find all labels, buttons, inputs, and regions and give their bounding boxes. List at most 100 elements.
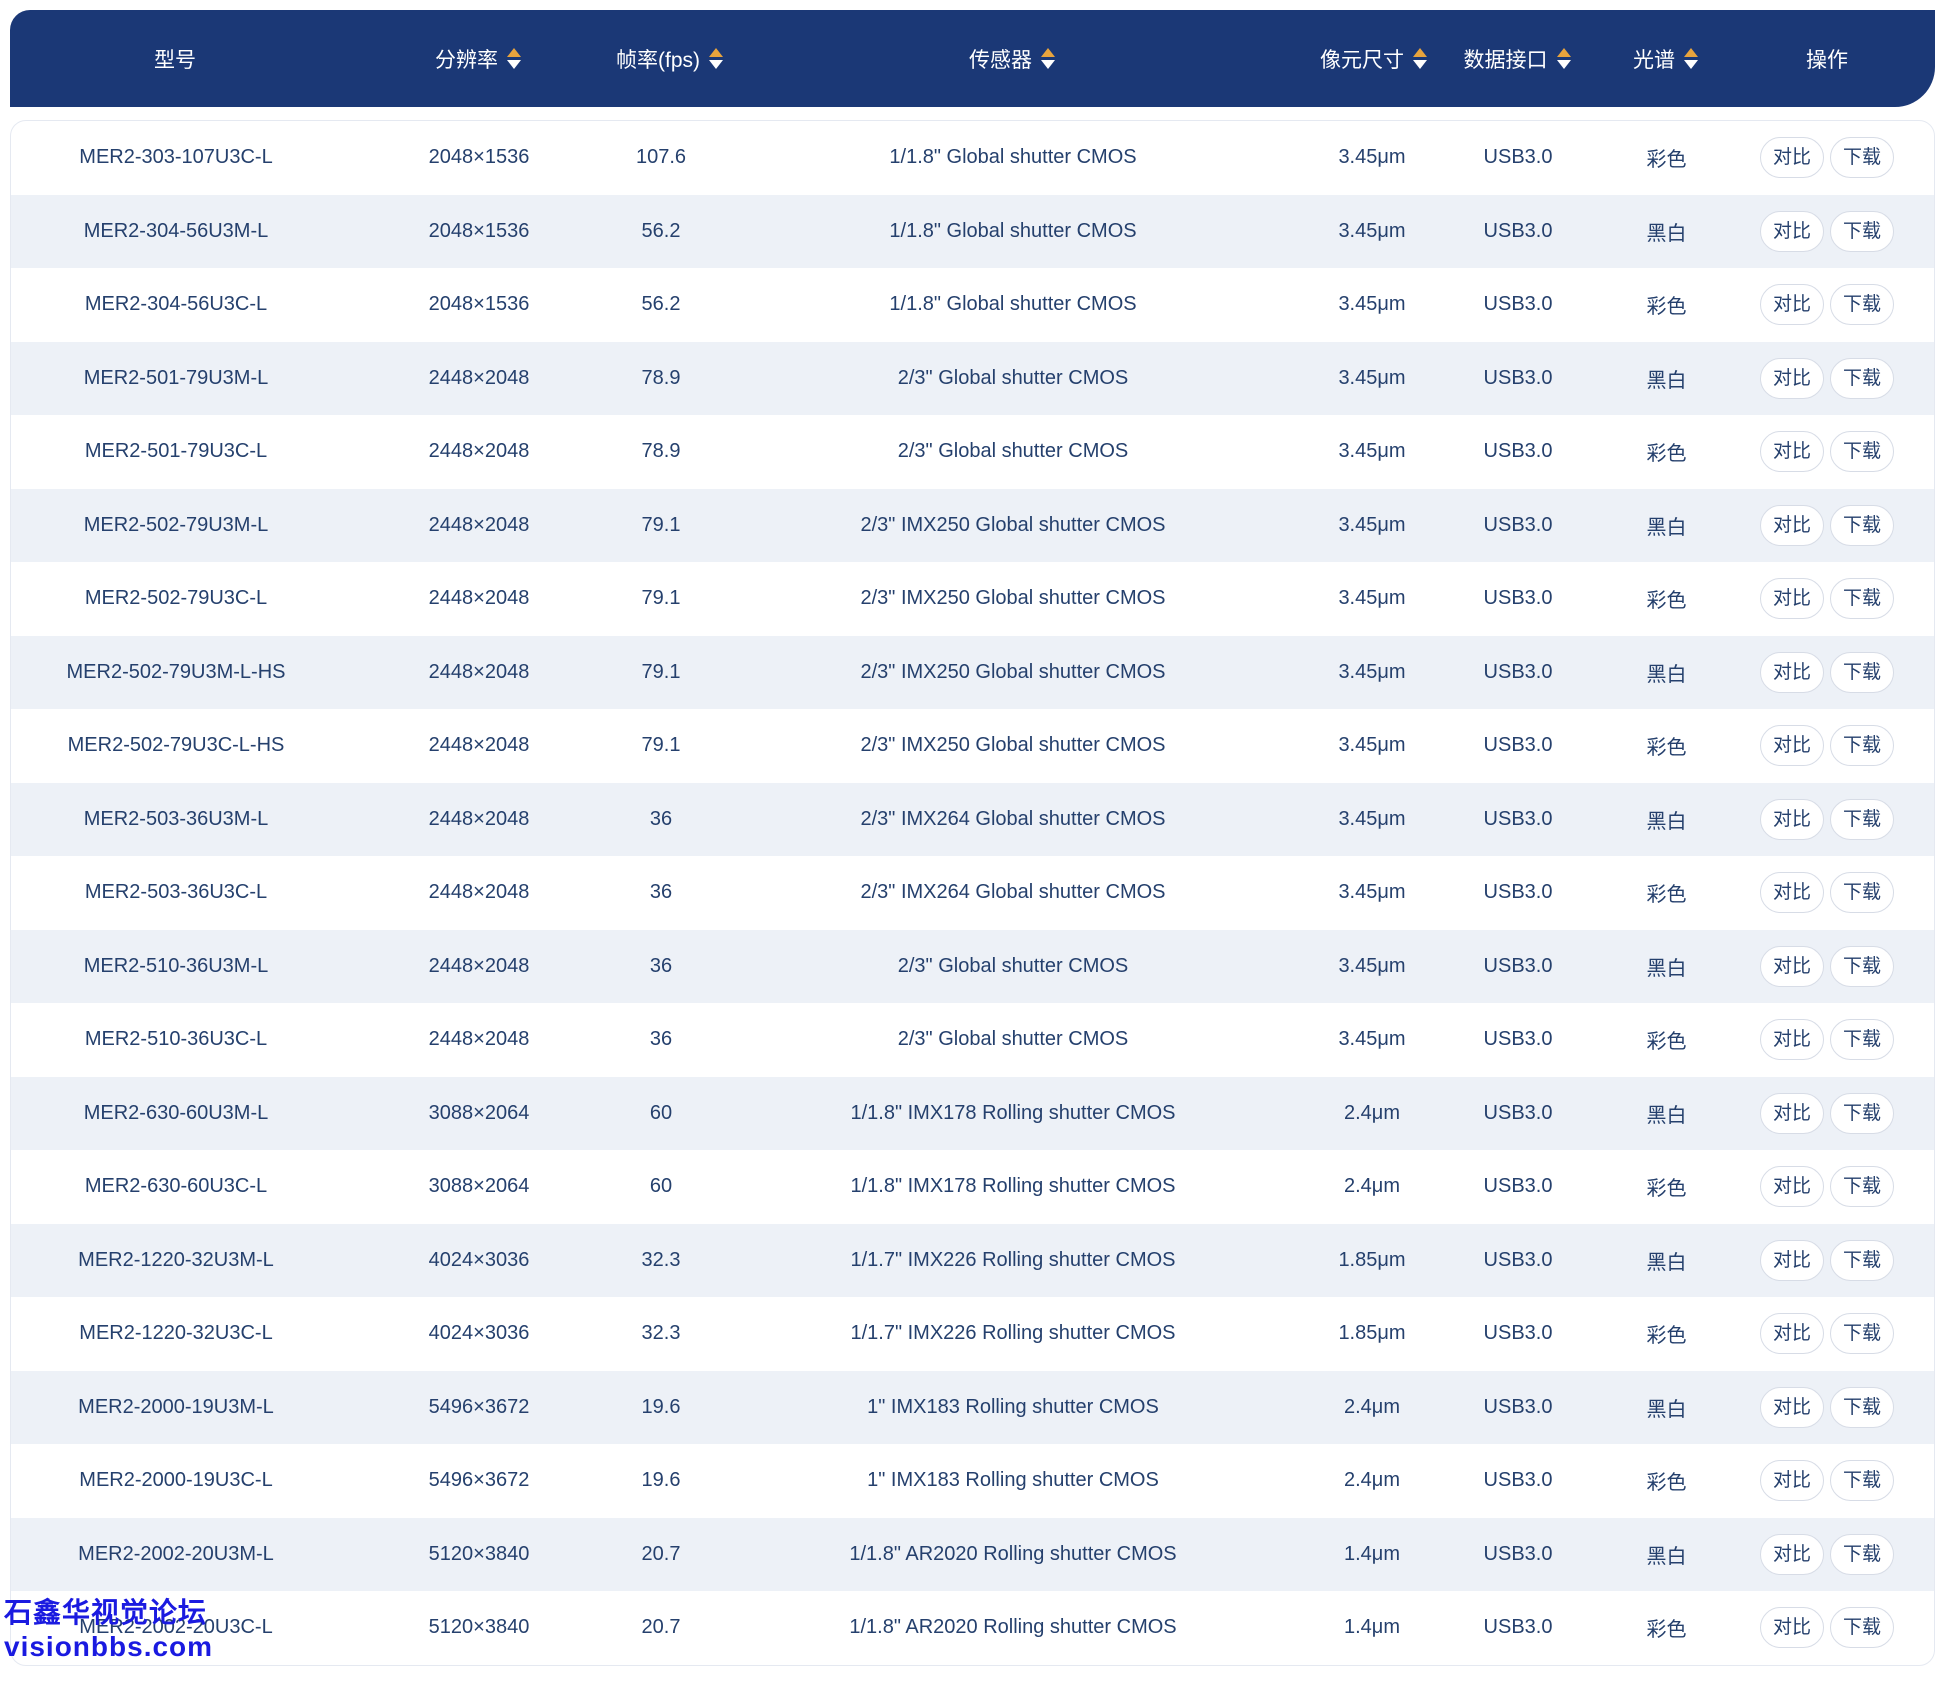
sort-down-arrow-icon[interactable] [1413, 60, 1427, 69]
sort-down-arrow-icon[interactable] [1041, 60, 1055, 69]
compare-button[interactable]: 对比 [1759, 1533, 1824, 1575]
compare-button[interactable]: 对比 [1759, 651, 1824, 693]
compare-button[interactable]: 对比 [1759, 1166, 1824, 1208]
sort-down-arrow-icon[interactable] [1684, 60, 1698, 69]
compare-button[interactable]: 对比 [1759, 357, 1824, 399]
cell-resolution: 2448×2048 [428, 366, 530, 389]
download-button[interactable]: 下载 [1830, 945, 1895, 987]
sort-icon[interactable] [1684, 48, 1698, 69]
download-button[interactable]: 下载 [1830, 798, 1895, 840]
cell-fps: 56.2 [641, 293, 681, 316]
cell-sensor: 2/3" IMX250 Global shutter CMOS [860, 734, 1166, 757]
header-table: 型号 分辨率 帧率(fps) 传感器 像元尺寸 数据接口 光谱 操作 [10, 10, 1935, 107]
sort-up-arrow-icon[interactable] [709, 48, 723, 57]
cell-sensor: 1/1.8" Global shutter CMOS [889, 146, 1137, 169]
cell-pixel_size: 1.85μm [1338, 1248, 1406, 1271]
download-button[interactable]: 下载 [1830, 1460, 1895, 1502]
sort-icon[interactable] [1413, 48, 1427, 69]
download-button[interactable]: 下载 [1830, 651, 1895, 693]
sort-icon[interactable] [507, 48, 521, 69]
download-button[interactable]: 下载 [1830, 1166, 1895, 1208]
download-button[interactable]: 下载 [1830, 1239, 1895, 1281]
compare-button[interactable]: 对比 [1759, 431, 1824, 473]
download-button[interactable]: 下载 [1830, 284, 1895, 326]
compare-button[interactable]: 对比 [1759, 1460, 1824, 1502]
download-button[interactable]: 下载 [1830, 578, 1895, 620]
cell-spectrum: 彩色 [1646, 296, 1687, 319]
compare-button[interactable]: 对比 [1759, 578, 1824, 620]
sort-down-arrow-icon[interactable] [1556, 60, 1571, 69]
cell-spectrum: 彩色 [1646, 590, 1687, 613]
compare-button[interactable]: 对比 [1759, 210, 1824, 252]
column-header-actions: 操作 [1719, 10, 1935, 107]
column-header-sensor[interactable]: 传感器 [704, 10, 1320, 107]
compare-button[interactable]: 对比 [1759, 945, 1824, 987]
column-header-fps[interactable]: 帧率(fps) [616, 10, 723, 107]
cell-model: MER2-303-107U3C-L [79, 146, 273, 169]
cell-pixel_size: 3.45μm [1338, 513, 1406, 536]
sort-up-arrow-icon[interactable] [1556, 48, 1571, 57]
cell-spectrum: 彩色 [1646, 1178, 1687, 1201]
column-header-spectrum[interactable]: 光谱 [1612, 10, 1719, 107]
download-button[interactable]: 下载 [1830, 1607, 1895, 1649]
compare-button[interactable]: 对比 [1759, 284, 1824, 326]
cell-interface: USB3.0 [1483, 881, 1553, 904]
cell-interface: USB3.0 [1483, 807, 1553, 830]
sort-icon[interactable] [709, 48, 723, 69]
compare-button[interactable]: 对比 [1759, 137, 1824, 179]
cell-fps: 19.6 [641, 1395, 681, 1418]
table-row: MER2-1220-32U3C-L 4024×3036 32.3 1/1.7" IMX… [11, 1297, 1934, 1371]
download-button[interactable]: 下载 [1830, 137, 1895, 179]
cell-model: MER2-502-79U3C-L-HS [67, 734, 285, 757]
sort-up-arrow-icon[interactable] [1413, 48, 1427, 57]
cell-sensor: 1" IMX183 Rolling shutter CMOS [867, 1469, 1159, 1492]
cell-actions: 对比 下载 [1720, 415, 1934, 489]
sort-up-arrow-icon[interactable] [1684, 48, 1698, 57]
download-button[interactable]: 下载 [1830, 1533, 1895, 1575]
sort-down-arrow-icon[interactable] [709, 60, 723, 69]
sort-icon[interactable] [1556, 48, 1571, 69]
cell-fps: 32.3 [641, 1322, 681, 1345]
cell-model: MER2-510-36U3C-L [84, 1028, 268, 1051]
compare-button[interactable]: 对比 [1759, 798, 1824, 840]
cell-spectrum: 彩色 [1646, 1031, 1687, 1054]
sort-up-arrow-icon[interactable] [1041, 48, 1055, 57]
compare-button[interactable]: 对比 [1759, 504, 1824, 546]
download-button[interactable]: 下载 [1830, 504, 1895, 546]
download-button[interactable]: 下载 [1830, 1313, 1895, 1355]
sort-icon[interactable] [1041, 48, 1055, 69]
cell-sensor: 2/3" IMX250 Global shutter CMOS [860, 587, 1166, 610]
sort-down-arrow-icon[interactable] [507, 60, 521, 69]
compare-button[interactable]: 对比 [1759, 1019, 1824, 1061]
cell-actions: 对比 下载 [1720, 1297, 1934, 1371]
cell-interface: USB3.0 [1483, 1322, 1553, 1345]
cell-spectrum: 黑白 [1646, 369, 1687, 392]
column-header-pixel_size[interactable]: 像元尺寸 [1320, 10, 1427, 107]
compare-button[interactable]: 对比 [1759, 1313, 1824, 1355]
compare-button[interactable]: 对比 [1759, 1386, 1824, 1428]
cell-resolution: 5496×3672 [428, 1469, 530, 1492]
compare-button[interactable]: 对比 [1759, 1239, 1824, 1281]
download-button[interactable]: 下载 [1830, 1019, 1895, 1061]
cell-interface: USB3.0 [1483, 219, 1553, 242]
cell-interface: USB3.0 [1483, 440, 1553, 463]
compare-button[interactable]: 对比 [1759, 725, 1824, 767]
download-button[interactable]: 下载 [1830, 210, 1895, 252]
download-button[interactable]: 下载 [1830, 1092, 1895, 1134]
cell-fps: 79.1 [641, 734, 681, 757]
cell-resolution: 2448×2048 [428, 954, 530, 977]
sort-up-arrow-icon[interactable] [507, 48, 521, 57]
compare-button[interactable]: 对比 [1759, 1092, 1824, 1134]
compare-button[interactable]: 对比 [1759, 872, 1824, 914]
cell-model: MER2-2002-20U3M-L [78, 1542, 274, 1565]
download-button[interactable]: 下载 [1830, 872, 1895, 914]
column-header-interface[interactable]: 数据接口 [1422, 10, 1612, 107]
cell-pixel_size: 3.45μm [1338, 366, 1406, 389]
column-header-resolution[interactable]: 分辨率 [340, 10, 616, 107]
download-button[interactable]: 下载 [1830, 431, 1895, 473]
compare-button[interactable]: 对比 [1759, 1607, 1824, 1649]
download-button[interactable]: 下载 [1830, 725, 1895, 767]
download-button[interactable]: 下载 [1830, 1386, 1895, 1428]
download-button[interactable]: 下载 [1830, 357, 1895, 399]
column-header-model: 型号 [10, 10, 340, 107]
